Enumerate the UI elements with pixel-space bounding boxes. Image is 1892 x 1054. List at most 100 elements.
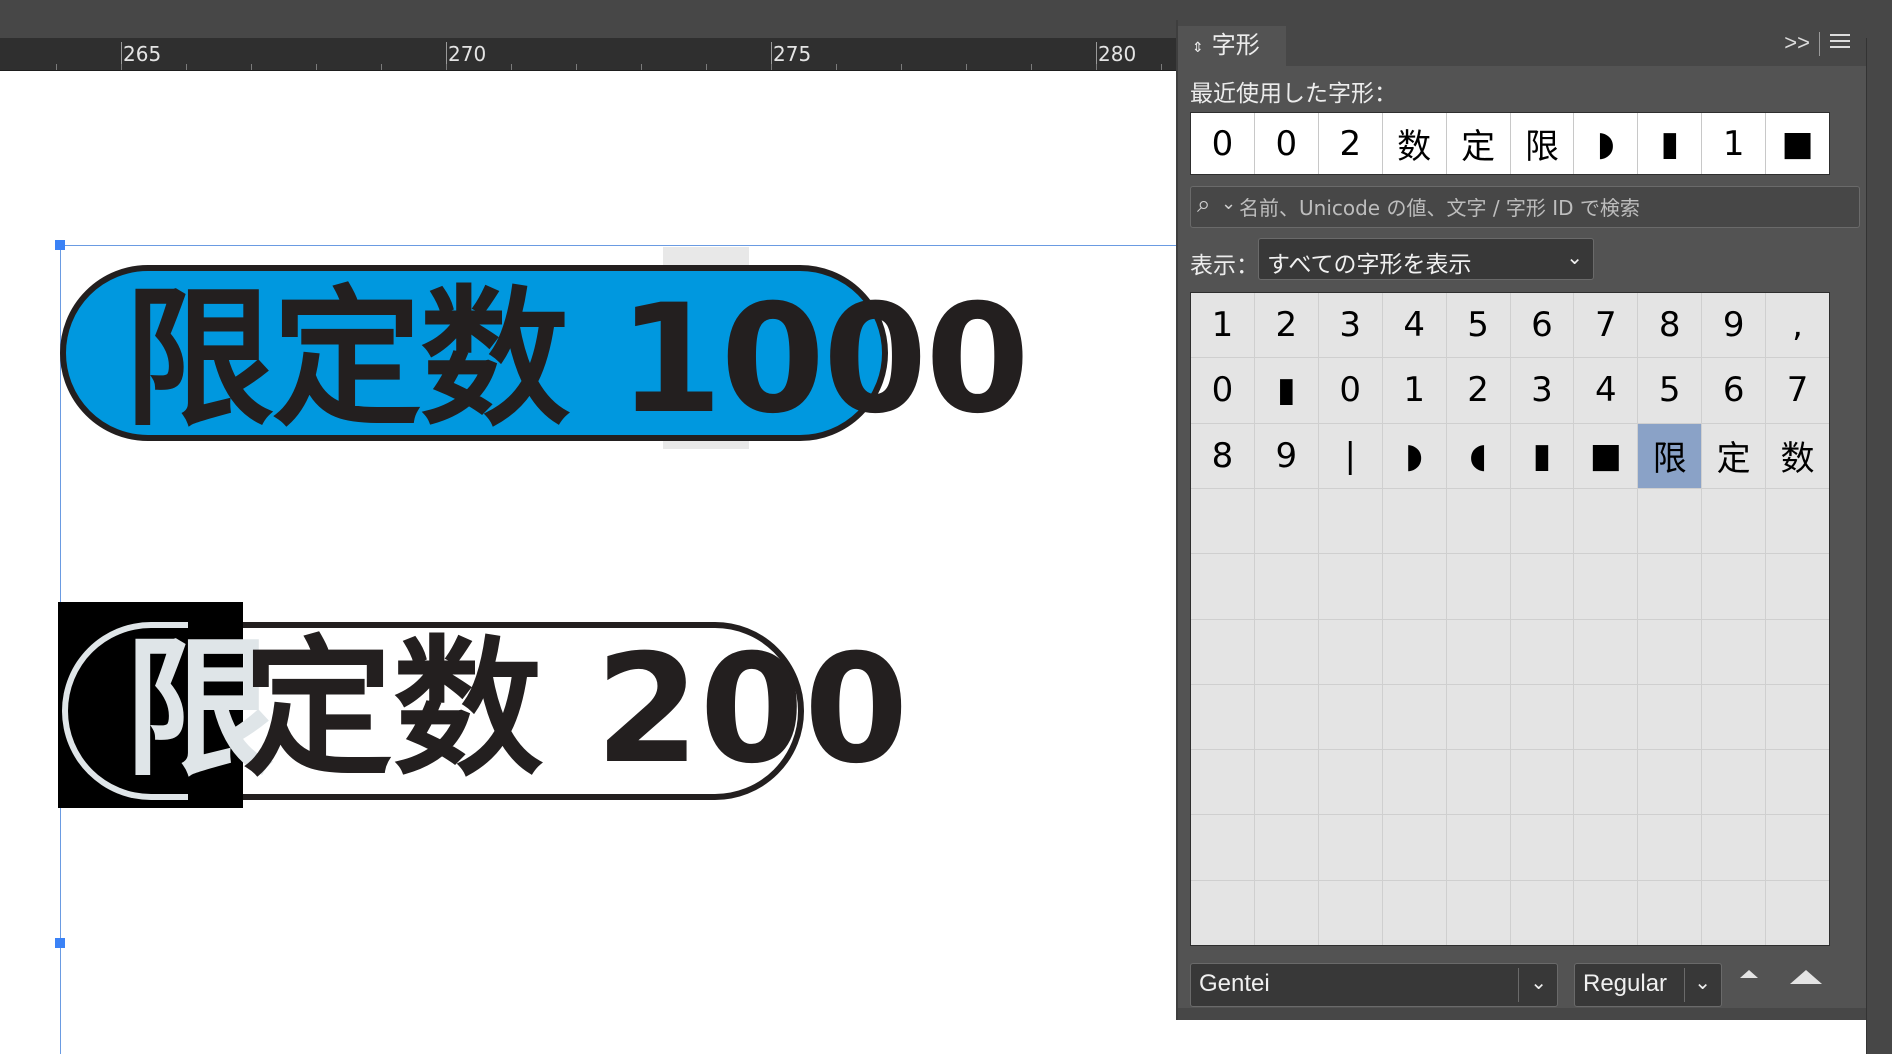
glyph-cell-empty[interactable] [1446, 619, 1510, 684]
recent-glyph[interactable]: 1 [1702, 113, 1767, 174]
glyph-cell-empty[interactable] [1318, 880, 1382, 945]
glyph-cell-empty[interactable] [1702, 554, 1766, 619]
glyph-cell[interactable]: 5 [1446, 293, 1510, 358]
glyph-cell[interactable]: ▮ [1510, 423, 1574, 488]
glyph-cell-empty[interactable] [1766, 815, 1829, 880]
recent-glyph[interactable]: 限 [1511, 113, 1575, 174]
glyph-cell-empty[interactable] [1510, 684, 1574, 750]
glyph-cell-empty[interactable] [1382, 554, 1446, 619]
glyph-cell-empty[interactable] [1191, 684, 1254, 750]
glyph-cell[interactable]: 6 [1510, 293, 1574, 358]
tab-glyphs[interactable]: ⇕ 字形 [1178, 26, 1286, 66]
glyph-cell-empty[interactable] [1702, 488, 1766, 554]
badge-blue-text[interactable]: 限定数 1000 [124, 272, 1030, 448]
selection-handle-bottom-left[interactable] [55, 938, 65, 948]
glyph-cell-empty[interactable] [1318, 488, 1382, 554]
glyph-cell[interactable]: 2 [1446, 358, 1510, 423]
badge-white-text[interactable]: 定数 200 [243, 622, 908, 798]
glyph-cell-empty[interactable] [1510, 750, 1574, 815]
glyph-search-input[interactable] [1237, 191, 1851, 225]
glyph-cell[interactable]: ■ [1574, 423, 1638, 488]
glyph-cell-empty[interactable] [1766, 880, 1829, 945]
glyph-cell-empty[interactable] [1638, 684, 1702, 750]
recent-glyph[interactable]: 2 [1319, 113, 1383, 174]
glyph-cell[interactable]: 0 [1318, 358, 1382, 423]
glyph-cell-empty[interactable] [1574, 488, 1638, 554]
glyph-cell-empty[interactable] [1446, 684, 1510, 750]
recent-glyph[interactable]: 0 [1191, 113, 1255, 174]
glyph-cell[interactable]: 3 [1318, 293, 1382, 358]
glyph-cell-empty[interactable] [1318, 684, 1382, 750]
chevron-down-icon[interactable]: ⌄ [1530, 970, 1547, 995]
glyph-cell-empty[interactable] [1574, 554, 1638, 619]
search-options-chevron-icon[interactable]: ⌄ [1221, 193, 1236, 214]
right-scrollbar[interactable] [1866, 38, 1892, 1054]
glyph-cell-empty[interactable] [1254, 554, 1318, 619]
glyph-cell-empty[interactable] [1254, 619, 1318, 684]
glyph-cell-empty[interactable] [1574, 880, 1638, 945]
search-icon[interactable]: ⌕ [1197, 191, 1210, 219]
glyph-cell[interactable]: 7 [1766, 358, 1829, 423]
zoom-out-glyphs-icon[interactable] [1740, 970, 1758, 978]
glyph-cell[interactable]: 3 [1510, 358, 1574, 423]
show-dropdown[interactable]: すべての字形を表示 ⌄ [1258, 238, 1594, 280]
glyph-cell[interactable]: 数 [1766, 423, 1829, 488]
glyph-cell-empty[interactable] [1191, 880, 1254, 945]
glyph-cell[interactable]: 1 [1382, 358, 1446, 423]
glyph-cell[interactable]: ◗ [1382, 423, 1446, 488]
glyph-cell-empty[interactable] [1766, 488, 1829, 554]
glyph-cell-empty[interactable] [1254, 488, 1318, 554]
glyph-cell-empty[interactable] [1191, 815, 1254, 880]
glyph-cell-empty[interactable] [1382, 488, 1446, 554]
glyph-cell-empty[interactable] [1191, 619, 1254, 684]
glyph-cell-empty[interactable] [1638, 554, 1702, 619]
glyph-cell[interactable]: 1 [1191, 293, 1254, 358]
horizontal-ruler[interactable]: 265 270 275 280 [0, 38, 1180, 71]
glyph-cell-empty[interactable] [1446, 488, 1510, 554]
recent-glyph[interactable]: 数 [1383, 113, 1447, 174]
glyph-cell[interactable]: 7 [1574, 293, 1638, 358]
glyph-cell-empty[interactable] [1638, 488, 1702, 554]
glyph-cell-empty[interactable] [1510, 488, 1574, 554]
glyph-cell[interactable]: 9 [1254, 423, 1318, 488]
glyph-search-box[interactable]: ⌕ ⌄ [1190, 186, 1860, 228]
glyph-cell-empty[interactable] [1510, 554, 1574, 619]
glyph-cell-empty[interactable] [1638, 815, 1702, 880]
glyph-cell-empty[interactable] [1254, 684, 1318, 750]
glyph-cell-empty[interactable] [1318, 815, 1382, 880]
glyph-cell-empty[interactable] [1638, 750, 1702, 815]
glyph-cell-empty[interactable] [1254, 815, 1318, 880]
glyph-cell[interactable]: 2 [1254, 293, 1318, 358]
glyph-cell[interactable]: 4 [1574, 358, 1638, 423]
glyph-cell-empty[interactable] [1382, 880, 1446, 945]
zoom-in-glyphs-icon[interactable] [1790, 970, 1822, 984]
glyph-cell[interactable]: 6 [1702, 358, 1766, 423]
glyph-cell-empty[interactable] [1318, 554, 1382, 619]
glyph-cell-empty[interactable] [1254, 750, 1318, 815]
glyph-cell-empty[interactable] [1446, 815, 1510, 880]
glyph-cell-empty[interactable] [1191, 554, 1254, 619]
glyph-cell-empty[interactable] [1702, 750, 1766, 815]
glyph-cell-empty[interactable] [1574, 684, 1638, 750]
glyph-cell-empty[interactable] [1574, 619, 1638, 684]
glyph-cell-empty[interactable] [1702, 815, 1766, 880]
glyph-cell-empty[interactable] [1510, 880, 1574, 945]
glyph-cell-empty[interactable] [1382, 619, 1446, 684]
glyph-cell-empty[interactable] [1318, 619, 1382, 684]
glyph-cell-empty[interactable] [1254, 880, 1318, 945]
glyph-cell[interactable]: ◖ [1446, 423, 1510, 488]
glyph-cell-empty[interactable] [1510, 815, 1574, 880]
glyph-cell-empty[interactable] [1702, 619, 1766, 684]
glyph-cell-empty[interactable] [1574, 815, 1638, 880]
recent-glyph[interactable]: ▮ [1638, 113, 1703, 174]
glyph-cell-empty[interactable] [1510, 619, 1574, 684]
recent-glyph[interactable]: ◗ [1574, 113, 1639, 174]
font-family-dropdown[interactable]: Gentei ⌄ [1190, 963, 1558, 1007]
glyph-cell-empty[interactable] [1382, 684, 1446, 750]
expand-panel-icon[interactable]: >> [1784, 30, 1810, 56]
glyph-cell-empty[interactable] [1191, 488, 1254, 554]
collapse-arrows-icon[interactable]: ⇕ [1192, 39, 1204, 55]
selection-handle-top-left[interactable] [55, 240, 65, 250]
glyph-cell-empty[interactable] [1638, 880, 1702, 945]
glyph-cell[interactable]: 5 [1638, 358, 1702, 423]
